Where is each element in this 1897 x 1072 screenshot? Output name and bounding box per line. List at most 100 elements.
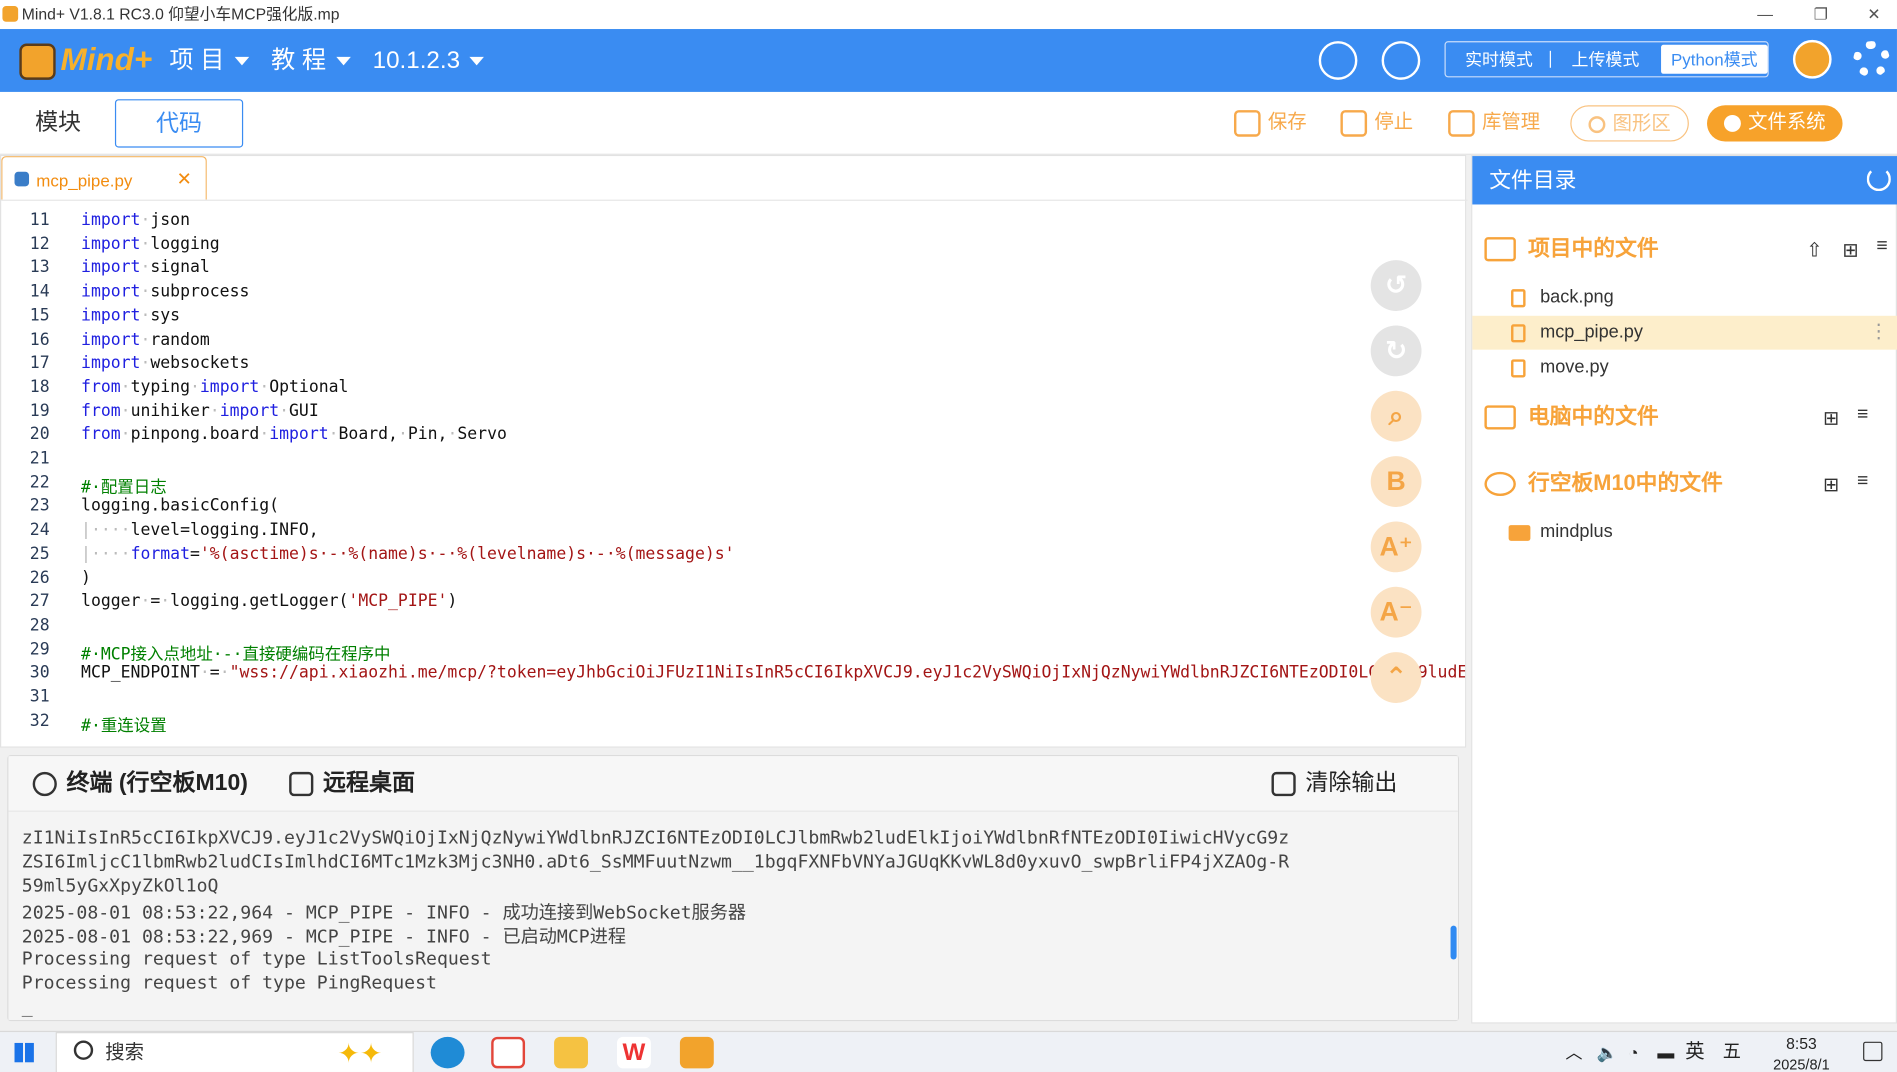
code-token: ·	[120, 401, 131, 421]
realtime-mode-tab[interactable]: 实时模式	[1453, 42, 1545, 76]
gear-icon[interactable]	[1853, 41, 1890, 78]
code-area[interactable]: 11 import·json 12 import·logging 13 import·si…	[1, 201, 1465, 739]
file-system-button[interactable]: 文件系统	[1707, 105, 1843, 142]
code-token: import	[81, 329, 141, 350]
code-token: signal	[150, 258, 210, 278]
code-line: from·unihiker·import·GUI	[81, 401, 319, 420]
minimize-button[interactable]: —	[1737, 0, 1793, 29]
clock-date[interactable]: 2025/8/1	[1766, 1056, 1836, 1072]
project-files-section[interactable]: 项目中的文件	[1484, 226, 1659, 270]
tab-blocks[interactable]: 模块	[2, 99, 113, 147]
folder-item-mindplus[interactable]: mindplus	[1472, 515, 1897, 549]
project-menu[interactable]: 项 目	[169, 29, 249, 92]
new-file-icon[interactable]: ⊞	[1823, 473, 1839, 497]
font-decrease-icon[interactable]: A⁻	[1370, 586, 1422, 638]
clock-time[interactable]: 8:53	[1769, 1034, 1834, 1052]
mode-divider	[1549, 50, 1551, 68]
file-item-back-png[interactable]: back.png	[1472, 281, 1897, 315]
code-token: import	[199, 377, 260, 397]
close-tab-icon[interactable]: ✕	[177, 157, 192, 203]
edit-icon[interactable]	[1381, 41, 1421, 80]
graph-area-button[interactable]: 图形区	[1570, 105, 1689, 142]
sparkle-icon: ✦✦	[337, 1038, 383, 1069]
board-files-section[interactable]: 行空板M10中的文件	[1484, 461, 1723, 505]
new-file-icon[interactable]: ⊞	[1843, 238, 1859, 262]
code-token: Pin,	[407, 425, 448, 445]
code-token: #·MCP接入点地址·-·直接硬编码在程序中	[81, 644, 391, 664]
file-tab[interactable]: mcp_pipe.py ✕	[1, 156, 207, 200]
code-token: =	[209, 663, 220, 683]
upload-icon[interactable]: ⇧	[1806, 238, 1822, 262]
code-token: ·	[189, 377, 200, 397]
tray-chevron-icon[interactable]: ︿	[1565, 1032, 1582, 1072]
check-circle-icon	[1723, 114, 1741, 132]
wps-icon[interactable]: W	[616, 1036, 651, 1069]
menu-icon[interactable]: ≡	[1857, 404, 1868, 426]
menu-icon[interactable]: ≡	[1857, 471, 1868, 493]
wifi-icon[interactable]: ◔	[1628, 1032, 1638, 1072]
terminal-scrollbar[interactable]	[1450, 925, 1457, 960]
code-line: import·subprocess	[81, 282, 249, 301]
terminal-line: 2025-08-01 08:53:22,964 - MCP_PIPE - INF…	[21, 901, 747, 924]
tab-code[interactable]: 代码	[114, 99, 244, 148]
undo-icon[interactable]: ↺	[1370, 260, 1422, 311]
ime-mode-indicator[interactable]: 五	[1723, 1032, 1741, 1072]
line-number: 28	[29, 615, 50, 636]
ime-indicator[interactable]: 英	[1685, 1032, 1704, 1072]
font-increase-icon[interactable]: A⁺	[1370, 521, 1422, 573]
code-token: ·	[209, 401, 220, 421]
upload-mode-tab[interactable]: 上传模式	[1557, 42, 1654, 76]
code-line: |····level=logging.INFO,	[81, 520, 319, 539]
file-name: mcp_pipe.py	[1540, 321, 1643, 343]
code-token: ·	[259, 377, 270, 397]
search-icon[interactable]: ⌕	[1370, 390, 1422, 442]
clear-output-button[interactable]: 清除输出	[1271, 756, 1397, 812]
terminal-tab[interactable]: 终端 (行空板M10)	[32, 756, 248, 812]
refresh-icon[interactable]	[1866, 166, 1891, 192]
code-token: format	[130, 544, 190, 564]
version-menu[interactable]: 10.1.2.3	[373, 29, 485, 92]
line-number: 17	[29, 353, 50, 373]
terminal-header: 终端 (行空板M10) 远程桌面 清除输出	[8, 756, 1458, 812]
library-button[interactable]: 库管理	[1448, 105, 1540, 141]
code-token: ·	[328, 425, 339, 445]
file-item-mcp-pipe-py[interactable]: mcp_pipe.py ⋮	[1472, 315, 1897, 350]
project-files-label: 项目中的文件	[1527, 235, 1659, 261]
remote-desktop-tab[interactable]: 远程桌面	[289, 756, 415, 812]
windows-start-icon[interactable]	[14, 1042, 34, 1063]
code-line: import·websockets	[81, 354, 249, 373]
speaker-icon[interactable]: 🔈	[1597, 1032, 1618, 1072]
edge-browser-icon[interactable]	[430, 1036, 465, 1069]
scroll-top-icon[interactable]: ⌃	[1370, 652, 1422, 703]
redo-icon[interactable]: ↻	[1370, 325, 1422, 377]
dashboard-icon[interactable]	[1318, 41, 1358, 80]
file-item-move-py[interactable]: move.py	[1472, 351, 1897, 385]
taskbar-search[interactable]: 搜索 ✦✦	[55, 1032, 414, 1072]
stop-button[interactable]: 停止	[1340, 105, 1413, 141]
library-icon	[1448, 109, 1475, 137]
terminal-output[interactable]: zI1NiIsInR5cCI6IkpXVCJ9.eyJ1c2VySWQiOjIx…	[8, 811, 1458, 1020]
file-name: back.png	[1540, 286, 1614, 308]
battery-icon[interactable]: ▬	[1657, 1032, 1674, 1072]
maximize-button[interactable]: ❐	[1793, 0, 1849, 29]
more-options-icon[interactable]: ⋮	[1869, 316, 1888, 350]
code-token: unihiker	[130, 401, 210, 421]
save-button[interactable]: 保存	[1233, 105, 1307, 141]
code-token: MCP_ENDPOINT	[81, 663, 200, 683]
notification-icon[interactable]	[1863, 1041, 1883, 1062]
pc-files-section[interactable]: 电脑中的文件	[1484, 394, 1659, 438]
app-icon[interactable]	[491, 1036, 526, 1069]
code-token: typing	[130, 377, 190, 397]
close-button[interactable]: ✕	[1846, 0, 1897, 29]
bold-b-icon[interactable]: B	[1370, 456, 1422, 507]
taskbar-search-label: 搜索	[105, 1042, 144, 1064]
mindplus-taskbar-icon[interactable]	[679, 1036, 714, 1069]
window-title: Mind+ V1.8.1 RC3.0 仰望小车MCP强化版.mp	[21, 4, 340, 23]
python-mode-tab[interactable]: Python模式	[1661, 44, 1768, 74]
user-avatar[interactable]	[1792, 39, 1832, 79]
menu-icon[interactable]: ≡	[1876, 236, 1887, 258]
new-file-icon[interactable]: ⊞	[1823, 407, 1839, 431]
tutorial-menu[interactable]: 教 程	[271, 29, 351, 92]
code-line: import·signal	[81, 258, 210, 277]
file-explorer-icon[interactable]	[554, 1036, 588, 1069]
